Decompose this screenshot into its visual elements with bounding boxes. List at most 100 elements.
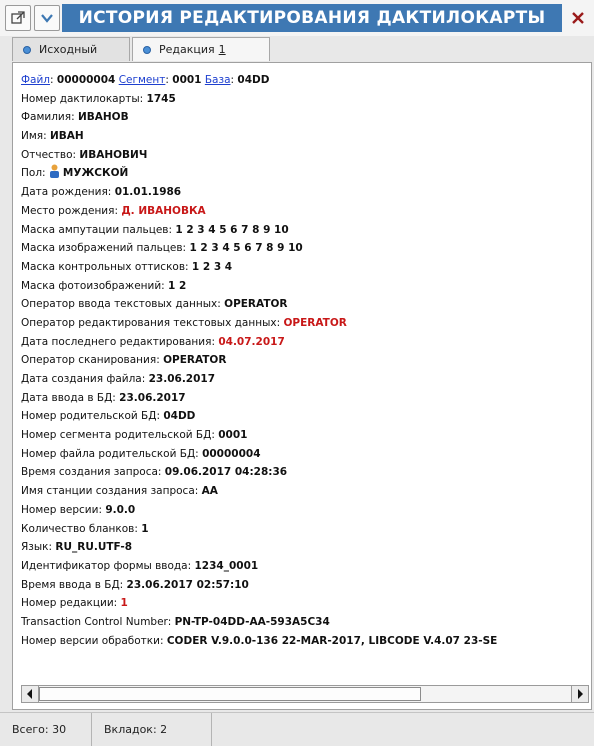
field-value: 0001 bbox=[218, 429, 248, 442]
field-value: OPERATOR bbox=[163, 354, 227, 367]
field-row: Дата рождения: 01.01.1986 bbox=[21, 183, 591, 202]
close-icon bbox=[572, 12, 584, 24]
field-row: Номер сегмента родительской БД: 0001 bbox=[21, 426, 591, 445]
field-row: Номер родительской БД: 04DD bbox=[21, 407, 591, 426]
field-label: Маска контрольных оттисков: bbox=[21, 260, 192, 273]
field-value-changed: 04.07.2017 bbox=[218, 335, 285, 348]
segment-link[interactable]: Сегмент bbox=[119, 74, 166, 86]
tab-original[interactable]: Исходный bbox=[12, 37, 130, 61]
field-value-changed: 1 bbox=[120, 597, 128, 610]
field-row: Номер файла родительской БД: 00000004 bbox=[21, 445, 591, 464]
scroll-left-button[interactable] bbox=[22, 686, 39, 702]
field-label: Отчество: bbox=[21, 148, 80, 161]
status-bar: Всего: 30 Вкладок: 2 bbox=[0, 712, 594, 746]
base-value: 04DD bbox=[237, 74, 270, 86]
field-label: Номер дактилокарты: bbox=[21, 92, 147, 105]
field-label: Оператор сканирования: bbox=[21, 354, 164, 367]
file-info-line: Файл: 00000004 Сегмент: 0001 База: 04DD bbox=[21, 71, 591, 90]
field-row: Оператор редактирования текстовых данных… bbox=[21, 314, 591, 333]
field-value: 1745 bbox=[146, 92, 176, 105]
field-label: Дата ввода в БД: bbox=[21, 391, 120, 404]
total-count: Всего: 30 bbox=[0, 713, 92, 746]
field-value: 1234_0001 bbox=[194, 559, 259, 572]
field-value: 1 2 3 4 5 6 7 8 9 10 bbox=[175, 223, 289, 236]
field-value: 1 2 3 4 5 6 7 8 9 10 bbox=[189, 242, 303, 255]
tabs-count: Вкладок: 2 bbox=[92, 713, 212, 746]
field-label: Оператор ввода текстовых данных: bbox=[21, 298, 225, 311]
field-label: Маска фотоизображений: bbox=[21, 279, 169, 292]
base-link[interactable]: База bbox=[205, 74, 231, 86]
field-row: Маска изображений пальцев: 1 2 3 4 5 6 7… bbox=[21, 239, 591, 258]
field-label: Место рождения: bbox=[21, 204, 122, 217]
colon: : bbox=[50, 74, 57, 86]
field-value: 23.06.2017 02:57:10 bbox=[126, 578, 249, 591]
field-value: ИВАНОВ bbox=[77, 111, 129, 124]
window-title: ИСТОРИЯ РЕДАКТИРОВАНИЯ ДАКТИЛОКАРТЫ bbox=[62, 4, 562, 32]
field-row: Отчество: ИВАНОВИЧ bbox=[21, 146, 591, 165]
field-label: Оператор редактирования текстовых данных… bbox=[21, 316, 284, 329]
field-row: Маска фотоизображений: 1 2 bbox=[21, 277, 591, 296]
field-value: ИВАНОВИЧ bbox=[79, 148, 148, 161]
field-value: 01.01.1986 bbox=[114, 186, 182, 199]
record-fields: Файл: 00000004 Сегмент: 0001 База: 04DD … bbox=[21, 71, 591, 651]
field-value: МУЖСКОЙ bbox=[62, 167, 129, 180]
field-value: 23.06.2017 bbox=[119, 391, 186, 404]
close-button[interactable] bbox=[566, 5, 590, 31]
field-row: Фамилия: ИВАНОВ bbox=[21, 108, 591, 127]
field-label: Язык: bbox=[21, 541, 56, 554]
field-row: Маска контрольных оттисков: 1 2 3 4 bbox=[21, 258, 591, 277]
field-row: Имя: ИВАН bbox=[21, 127, 591, 146]
field-row: Оператор ввода текстовых данных: OPERATO… bbox=[21, 295, 591, 314]
external-window-button[interactable] bbox=[5, 5, 31, 31]
field-value: PN-TP-04DD-AA-593A5C34 bbox=[174, 615, 330, 628]
field-row: Transaction Control Number: PN-TP-04DD-A… bbox=[21, 613, 591, 632]
tab-label: Редакция bbox=[159, 43, 215, 56]
field-label: Номер сегмента родительской БД: bbox=[21, 429, 219, 442]
field-value: 04DD bbox=[163, 410, 196, 423]
history-window: ИСТОРИЯ РЕДАКТИРОВАНИЯ ДАКТИЛОКАРТЫ Исхо… bbox=[0, 0, 594, 746]
field-value: AA bbox=[201, 485, 218, 498]
field-value: RU_RU.UTF-8 bbox=[55, 541, 133, 554]
field-label: Номер файла родительской БД: bbox=[21, 447, 203, 460]
file-value: 00000004 bbox=[56, 74, 116, 86]
chevron-down-icon bbox=[41, 14, 53, 23]
tab-dot-icon bbox=[23, 45, 31, 54]
field-row: Дата ввода в БД: 23.06.2017 bbox=[21, 389, 591, 408]
file-link[interactable]: Файл bbox=[21, 74, 50, 86]
field-row: Номер версии обработки: CODER V.9.0.0-13… bbox=[21, 632, 591, 651]
field-label: Маска ампутации пальцев: bbox=[21, 223, 176, 236]
field-row: Количество бланков: 1 bbox=[21, 520, 591, 539]
scroll-right-button[interactable] bbox=[571, 686, 588, 702]
scrollbar-thumb[interactable] bbox=[39, 687, 421, 701]
record-panel: Файл: 00000004 Сегмент: 0001 База: 04DD … bbox=[12, 62, 592, 710]
field-label: Transaction Control Number: bbox=[21, 615, 175, 628]
field-label: Дата создания файла: bbox=[21, 373, 149, 385]
field-value: CODER V.9.0.0-136 22-MAR-2017, LIBCODE V… bbox=[166, 634, 498, 647]
field-value-changed: OPERATOR bbox=[283, 316, 347, 329]
field-row: Оператор сканирования: OPERATOR bbox=[21, 351, 591, 370]
horizontal-scrollbar[interactable] bbox=[21, 685, 589, 703]
field-row: Пол: МУЖСКОЙ bbox=[21, 164, 591, 183]
field-value: 1 2 bbox=[168, 279, 187, 292]
field-label: Дата последнего редактирования: bbox=[21, 335, 219, 348]
tab-revision-1[interactable]: Редакция 1 bbox=[132, 37, 270, 61]
field-label: Номер версии: bbox=[21, 503, 106, 516]
field-value: 23.06.2017 bbox=[148, 373, 216, 385]
field-value: 1 bbox=[141, 522, 149, 535]
field-row: Маска ампутации пальцев: 1 2 3 4 5 6 7 8… bbox=[21, 221, 591, 240]
field-label: Идентификатор формы ввода: bbox=[21, 559, 195, 572]
field-label: Дата рождения: bbox=[21, 186, 115, 199]
field-label: Имя: bbox=[21, 130, 50, 143]
segment-value: 0001 bbox=[172, 74, 202, 86]
field-row: Язык: RU_RU.UTF-8 bbox=[21, 538, 591, 557]
field-label: Фамилия: bbox=[21, 111, 78, 124]
field-label: Время ввода в БД: bbox=[21, 578, 127, 591]
field-row: Номер дактилокарты: 1745 bbox=[21, 90, 591, 109]
tab-label: Исходный bbox=[39, 43, 98, 56]
arrow-left-icon bbox=[27, 689, 32, 699]
external-window-icon bbox=[11, 11, 25, 24]
window-menu-button[interactable] bbox=[34, 5, 60, 31]
tab-number: 1 bbox=[218, 43, 226, 56]
field-value: 09.06.2017 04:28:36 bbox=[164, 466, 288, 479]
field-value: 1 2 3 4 bbox=[191, 260, 233, 273]
